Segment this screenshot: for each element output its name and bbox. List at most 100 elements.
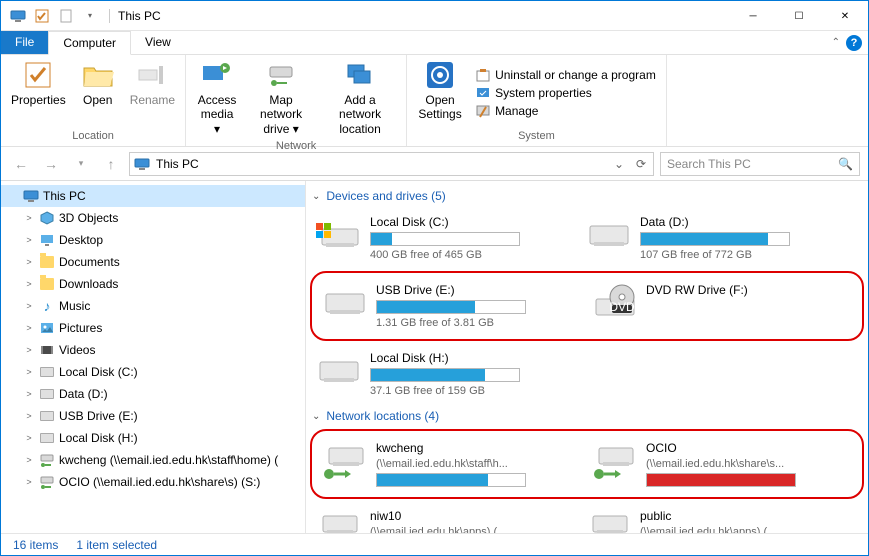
expand-icon[interactable]: > <box>23 301 35 311</box>
drive-item[interactable]: USB Drive (E:)1.31 GB free of 3.81 GB <box>316 275 586 337</box>
forward-button[interactable]: → <box>39 152 63 176</box>
expand-icon[interactable]: > <box>23 257 35 267</box>
up-button[interactable]: ↑ <box>99 152 123 176</box>
tree-item[interactable]: > Data (D:) <box>1 383 305 405</box>
tree-icon <box>23 188 39 204</box>
tree-icon <box>39 386 55 402</box>
tree-label: Desktop <box>59 233 103 247</box>
ribbon-group-system: Open Settings Uninstall or change a prog… <box>407 55 667 146</box>
drive-name: kwcheng <box>376 441 582 455</box>
tree-icon <box>39 210 55 226</box>
ribbon-tabs: File Computer View ⌃ ? <box>1 31 868 55</box>
search-icon: 🔍 <box>838 157 853 171</box>
drive-item[interactable]: Data (D:)107 GB free of 772 GB <box>580 207 850 269</box>
refresh-icon[interactable]: ⟳ <box>633 157 649 171</box>
tree-item[interactable]: >Local Disk (H:) <box>1 427 305 449</box>
tree-item[interactable]: >Downloads <box>1 273 305 295</box>
map-drive-button[interactable]: Map network drive ▾ <box>246 57 316 138</box>
status-item-count: 16 items <box>13 538 58 552</box>
tree-icon <box>39 364 55 380</box>
qat-dropdown-icon[interactable]: ▾ <box>79 5 101 27</box>
tree-item[interactable]: >USB Drive (E:) <box>1 405 305 427</box>
help-icon[interactable]: ? <box>846 35 862 51</box>
drive-icon <box>320 283 368 323</box>
expand-icon[interactable]: > <box>23 235 35 245</box>
tree-item[interactable]: > Local Disk (C:) <box>1 361 305 383</box>
tab-computer[interactable]: Computer <box>48 31 131 55</box>
system-properties-button[interactable]: System properties <box>475 85 656 101</box>
properties-button[interactable]: Properties <box>7 57 70 128</box>
network-location-item[interactable]: niw10(\\email.ied.edu.hk\apps) (... <box>310 501 580 533</box>
capacity-bar <box>370 368 520 382</box>
expand-icon[interactable]: > <box>23 433 35 443</box>
expand-icon[interactable]: > <box>23 477 35 487</box>
close-button[interactable]: ✕ <box>822 1 868 31</box>
tab-file[interactable]: File <box>1 31 48 54</box>
section-devices-header[interactable]: ⌄Devices and drives (5) <box>310 185 864 207</box>
open-settings-button[interactable]: Open Settings <box>413 57 467 128</box>
access-media-button[interactable]: Access media ▾ <box>192 57 242 138</box>
capacity-bar <box>376 473 526 487</box>
tree-item[interactable]: >Documents <box>1 251 305 273</box>
ribbon: Properties Open Rename Location Access m… <box>1 55 868 147</box>
expand-icon[interactable]: > <box>23 213 35 223</box>
tree-icon <box>39 474 55 490</box>
drive-item[interactable]: Local Disk (H:)37.1 GB free of 159 GB <box>310 343 580 405</box>
tree-item[interactable]: >Videos <box>1 339 305 361</box>
manage-button[interactable]: Manage <box>475 103 656 119</box>
expand-icon[interactable]: > <box>23 455 35 465</box>
address-bar[interactable]: This PC ⌄ ⟳ <box>129 152 654 176</box>
search-placeholder: Search This PC <box>667 157 751 171</box>
add-network-location-button[interactable]: Add a network location <box>320 57 400 138</box>
drive-item[interactable]: Local Disk (C:)400 GB free of 465 GB <box>310 207 580 269</box>
qat-blank-icon[interactable] <box>55 5 77 27</box>
back-button[interactable]: ← <box>9 152 33 176</box>
tree-item[interactable]: >Pictures <box>1 317 305 339</box>
drive-free: 1.31 GB free of 3.81 GB <box>376 317 582 329</box>
highlight-box-network: kwcheng (\\email.ied.edu.hk\staff\h... OCI… <box>310 429 864 499</box>
tree-item[interactable]: > Desktop <box>1 229 305 251</box>
tree-item[interactable]: >3D Objects <box>1 207 305 229</box>
tree-icon <box>39 276 55 292</box>
open-button[interactable]: Open <box>74 57 122 128</box>
rename-button[interactable]: Rename <box>126 57 179 128</box>
search-input[interactable]: Search This PC 🔍 <box>660 152 860 176</box>
qat-properties-icon[interactable] <box>31 5 53 27</box>
tree-label: Data (D:) <box>59 387 108 401</box>
uninstall-program-button[interactable]: Uninstall or change a program <box>475 67 656 83</box>
expand-icon[interactable]: > <box>23 279 35 289</box>
drive-item[interactable]: DVDDVD RW Drive (F:) <box>586 275 856 337</box>
drive-free: 37.1 GB free of 159 GB <box>370 385 576 397</box>
tree-icon: ♪ <box>39 298 55 314</box>
drive-path: (\\email.ied.edu.hk\staff\h... <box>376 458 582 470</box>
highlight-box-drives: USB Drive (E:)1.31 GB free of 3.81 GBDVD… <box>310 271 864 341</box>
minimize-button[interactable]: ─ <box>730 1 776 31</box>
tab-view[interactable]: View <box>131 31 185 54</box>
expand-icon[interactable]: > <box>23 389 35 399</box>
network-location-item[interactable]: public(\\email.ied.edu.hk\apps) (... <box>580 501 850 533</box>
ribbon-collapse-icon[interactable]: ⌃ <box>832 37 840 48</box>
navigation-tree[interactable]: This PC>3D Objects>Desktop>Documents>Dow… <box>1 181 306 533</box>
expand-icon[interactable]: > <box>23 367 35 377</box>
expand-icon[interactable]: > <box>23 323 35 333</box>
address-dropdown-icon[interactable]: ⌄ <box>611 157 627 171</box>
recent-locations-button[interactable]: ▾ <box>69 152 93 176</box>
network-location-item[interactable]: OCIO(\\email.ied.edu.hk\share\s... <box>586 433 856 495</box>
tree-label: 3D Objects <box>59 211 118 225</box>
tree-label: Local Disk (C:) <box>59 365 138 379</box>
expand-icon[interactable]: > <box>23 411 35 421</box>
expand-icon[interactable]: > <box>23 345 35 355</box>
tree-item[interactable]: >kwcheng (\\email.ied.edu.hk\staff\home)… <box>1 449 305 471</box>
navigation-bar: ← → ▾ ↑ This PC ⌄ ⟳ Search This PC 🔍 <box>1 147 868 181</box>
drive-icon <box>320 441 368 481</box>
tree-item[interactable]: > ♪ Music <box>1 295 305 317</box>
section-network-header[interactable]: ⌄Network locations (4) <box>310 405 864 427</box>
address-text: This PC <box>156 157 199 171</box>
network-location-item[interactable]: kwcheng (\\email.ied.edu.hk\staff\h... <box>316 433 586 495</box>
tree-label: Music <box>59 299 90 313</box>
tree-item[interactable]: >OCIO (\\email.ied.edu.hk\share\s) (S:) <box>1 471 305 493</box>
tree-item[interactable]: This PC <box>1 185 305 207</box>
pc-icon <box>7 5 29 27</box>
drive-path: (\\email.ied.edu.hk\apps) (... <box>370 526 576 533</box>
maximize-button[interactable]: ☐ <box>776 1 822 31</box>
